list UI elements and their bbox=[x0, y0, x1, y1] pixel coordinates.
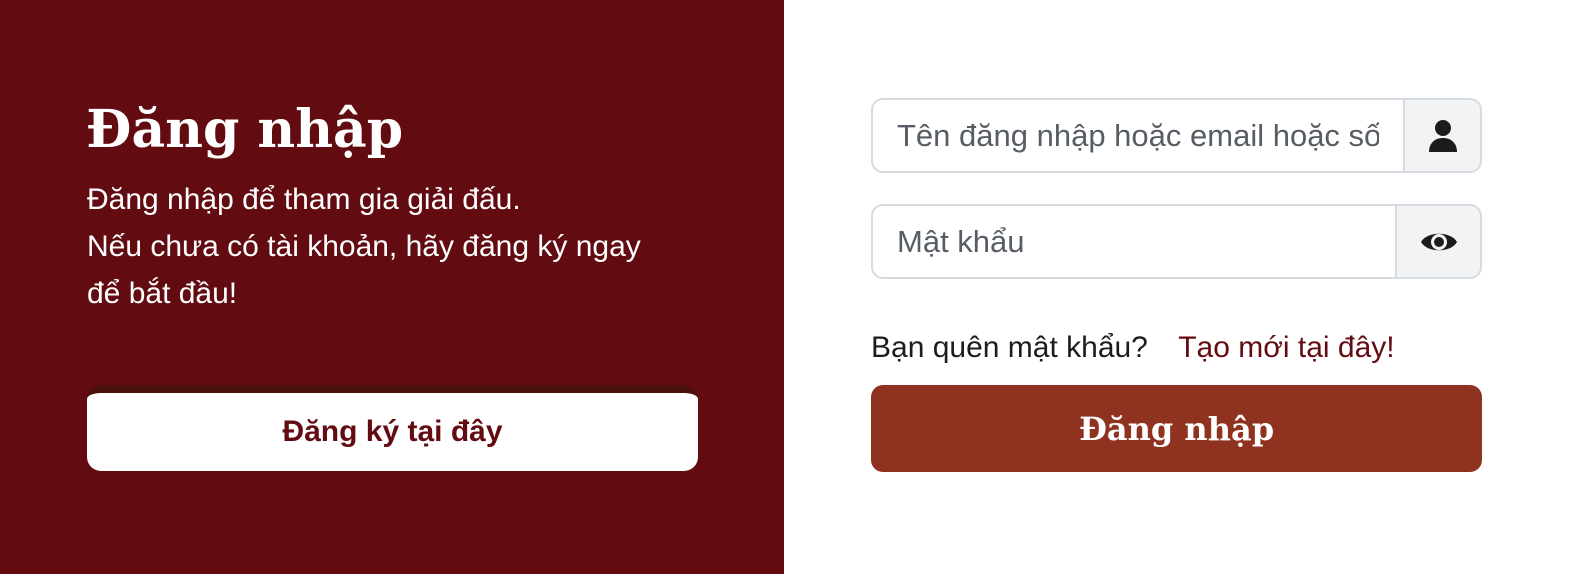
username-group bbox=[871, 98, 1482, 173]
page-title: Đăng nhập bbox=[86, 99, 404, 160]
login-intro-panel: Đăng nhập Đăng nhập để tham gia giải đấu… bbox=[0, 0, 784, 574]
register-button[interactable]: Đăng ký tại đây bbox=[87, 385, 698, 471]
forgot-password-row: Bạn quên mật khẩu? Tạo mới tại đây! bbox=[871, 325, 1395, 371]
intro-line: để bắt đầu! bbox=[87, 277, 238, 310]
username-input[interactable] bbox=[871, 98, 1405, 173]
intro-description: Đăng nhập để tham gia giải đấu. Nếu chưa… bbox=[87, 176, 727, 317]
user-icon bbox=[1405, 98, 1482, 173]
password-group bbox=[871, 204, 1482, 279]
eye-icon-svg bbox=[1420, 233, 1457, 250]
user-icon-svg bbox=[1428, 119, 1457, 152]
intro-line: Đăng nhập để tham gia giải đấu. bbox=[87, 183, 521, 216]
login-button[interactable]: Đăng nhập bbox=[871, 385, 1482, 472]
eye-icon[interactable] bbox=[1397, 204, 1482, 279]
reset-password-link[interactable]: Tạo mới tại đây! bbox=[1178, 331, 1394, 364]
intro-line: Nếu chưa có tài khoản, hãy đăng ký ngay bbox=[87, 230, 641, 263]
password-input[interactable] bbox=[871, 204, 1397, 279]
forgot-password-label: Bạn quên mật khẩu? bbox=[871, 331, 1148, 364]
